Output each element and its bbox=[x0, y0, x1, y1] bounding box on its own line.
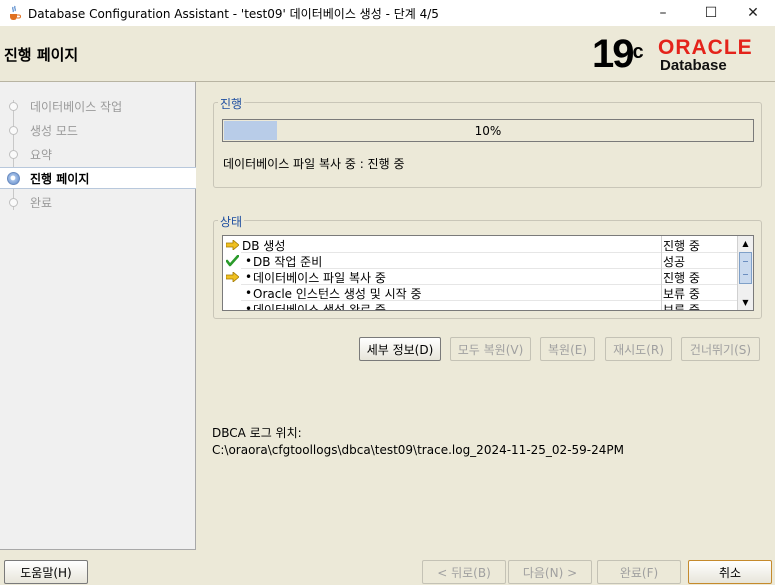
status-row-state: 보류 중 bbox=[663, 286, 700, 301]
revert-button[interactable]: 복원(E) bbox=[540, 337, 595, 361]
next-button[interactable]: 다음(N) > bbox=[508, 560, 592, 584]
arrow-right-icon bbox=[225, 238, 239, 252]
status-row[interactable]: • 데이터베이스 생성 완료 중 보류 중 bbox=[223, 301, 737, 311]
logo-product: Database bbox=[660, 57, 727, 74]
nav-item-creation-mode[interactable]: 생성 모드 bbox=[0, 119, 196, 141]
minimize-button[interactable]: – bbox=[640, 0, 686, 26]
progress-status-text: 데이터베이스 파일 복사 중 : 진행 중 bbox=[223, 157, 405, 171]
finish-button[interactable]: 완료(F) bbox=[597, 560, 681, 584]
nav-item-label: 완료 bbox=[30, 195, 53, 210]
back-button-label: < 뒤로(B) bbox=[437, 565, 491, 580]
status-row[interactable]: • Oracle 인스턴스 생성 및 시작 중 보류 중 bbox=[223, 285, 737, 301]
checkmark-icon bbox=[225, 254, 239, 268]
revert-button-label: 복원(E) bbox=[547, 342, 588, 357]
status-row-state: 성공 bbox=[663, 254, 686, 269]
status-icon-placeholder bbox=[225, 286, 239, 300]
cancel-button-label: 취소 bbox=[718, 565, 742, 580]
status-row[interactable]: • 데이터베이스 파일 복사 중 진행 중 bbox=[223, 269, 737, 285]
revert-all-button-label: 모두 복원(V) bbox=[457, 342, 524, 357]
status-row[interactable]: DB 생성 진행 중 bbox=[223, 237, 737, 253]
details-button-label: 세부 정보(D) bbox=[366, 342, 434, 357]
step-dot-icon bbox=[9, 149, 18, 159]
scroll-up-icon[interactable]: ▲ bbox=[738, 236, 753, 251]
progress-percent: 10% bbox=[474, 123, 502, 138]
status-row[interactable]: • DB 작업 준비 성공 bbox=[223, 253, 737, 269]
help-button-label: 도움말(H) bbox=[20, 565, 72, 580]
logo-version: 19c bbox=[592, 34, 644, 74]
next-button-label: 다음(N) > bbox=[522, 565, 578, 580]
bullet-icon: • bbox=[245, 270, 253, 284]
window-title: Database Configuration Assistant - 'test… bbox=[28, 6, 439, 21]
nav-item-database-operation[interactable]: 데이터베이스 작업 bbox=[0, 95, 196, 117]
status-scrollbar[interactable]: ▲ ▼ bbox=[737, 236, 753, 310]
nav-item-progress-page[interactable]: 진행 페이지 bbox=[0, 167, 196, 189]
logo-version-suffix: c bbox=[632, 41, 644, 63]
skip-button[interactable]: 건너뛰기(S) bbox=[681, 337, 760, 361]
close-icon: ✕ bbox=[747, 5, 759, 21]
status-group-legend: 상태 bbox=[218, 213, 245, 230]
bullet-icon: • bbox=[245, 254, 253, 268]
logo-version-number: 19 bbox=[592, 32, 634, 76]
back-button[interactable]: < 뒤로(B) bbox=[422, 560, 506, 584]
maximize-icon: ☐ bbox=[704, 5, 718, 21]
status-row-name: 데이터베이스 생성 완료 중 bbox=[253, 302, 386, 311]
revert-all-button[interactable]: 모두 복원(V) bbox=[450, 337, 531, 361]
header: 진행 페이지 19c ORACLE Database bbox=[0, 26, 775, 82]
finish-button-label: 완료(F) bbox=[619, 565, 659, 580]
step-dot-icon bbox=[9, 125, 18, 135]
oracle-logo: 19c ORACLE Database bbox=[592, 32, 772, 78]
step-dot-icon bbox=[9, 197, 18, 207]
progress-bar: 10% bbox=[222, 119, 754, 142]
status-row-name: DB 생성 bbox=[242, 238, 286, 253]
help-button[interactable]: 도움말(H) bbox=[4, 560, 88, 584]
minimize-icon: – bbox=[659, 5, 667, 21]
log-location-label: DBCA 로그 위치: bbox=[212, 426, 302, 440]
nav-item-label: 요약 bbox=[30, 147, 53, 162]
nav-item-summary[interactable]: 요약 bbox=[0, 143, 196, 165]
details-button[interactable]: 세부 정보(D) bbox=[359, 337, 441, 361]
step-navigation: 데이터베이스 작업 생성 모드 요약 진행 페이지 완료 bbox=[0, 82, 196, 550]
nav-item-finish[interactable]: 완료 bbox=[0, 191, 196, 213]
java-cup-icon bbox=[6, 5, 22, 21]
bullet-icon: • bbox=[245, 286, 253, 300]
nav-item-label: 진행 페이지 bbox=[30, 171, 90, 186]
status-row-name: Oracle 인스턴스 생성 및 시작 중 bbox=[253, 286, 422, 301]
status-group: 상태 DB 생성 진행 중 • DB 작업 준비 성공 • 데이터베이스 파일 복사 중 진행… bbox=[213, 213, 762, 319]
progress-group-legend: 진행 bbox=[218, 95, 245, 112]
status-icon-placeholder bbox=[225, 302, 239, 310]
retry-button[interactable]: 재시도(R) bbox=[605, 337, 672, 361]
page-title: 진행 페이지 bbox=[4, 46, 79, 64]
progress-group: 진행 10% 데이터베이스 파일 복사 중 : 진행 중 bbox=[213, 95, 762, 188]
scrollbar-thumb[interactable] bbox=[739, 252, 752, 284]
step-dot-icon bbox=[9, 101, 18, 111]
current-step-icon bbox=[7, 171, 20, 185]
title-bar: Database Configuration Assistant - 'test… bbox=[0, 0, 775, 26]
arrow-right-icon bbox=[225, 270, 239, 284]
nav-item-label: 데이터베이스 작업 bbox=[30, 99, 123, 114]
cancel-button[interactable]: 취소 bbox=[688, 560, 772, 584]
close-button[interactable]: ✕ bbox=[730, 0, 775, 26]
log-location-path: C:\oraora\cfgtoollogs\dbca\test09\trace.… bbox=[212, 443, 624, 457]
status-row-state: 진행 중 bbox=[663, 238, 700, 253]
bullet-icon: • bbox=[245, 302, 253, 311]
maximize-button[interactable]: ☐ bbox=[688, 0, 734, 26]
status-row-state: 보류 중 bbox=[663, 302, 700, 311]
scroll-down-icon[interactable]: ▼ bbox=[738, 295, 753, 310]
status-table[interactable]: DB 생성 진행 중 • DB 작업 준비 성공 • 데이터베이스 파일 복사 중 진행 중 •… bbox=[222, 235, 754, 311]
status-row-name: 데이터베이스 파일 복사 중 bbox=[253, 270, 386, 285]
status-row-name: DB 작업 준비 bbox=[253, 254, 323, 269]
nav-item-label: 생성 모드 bbox=[30, 123, 78, 138]
retry-button-label: 재시도(R) bbox=[613, 342, 664, 357]
skip-button-label: 건너뛰기(S) bbox=[689, 342, 752, 357]
status-row-state: 진행 중 bbox=[663, 270, 700, 285]
